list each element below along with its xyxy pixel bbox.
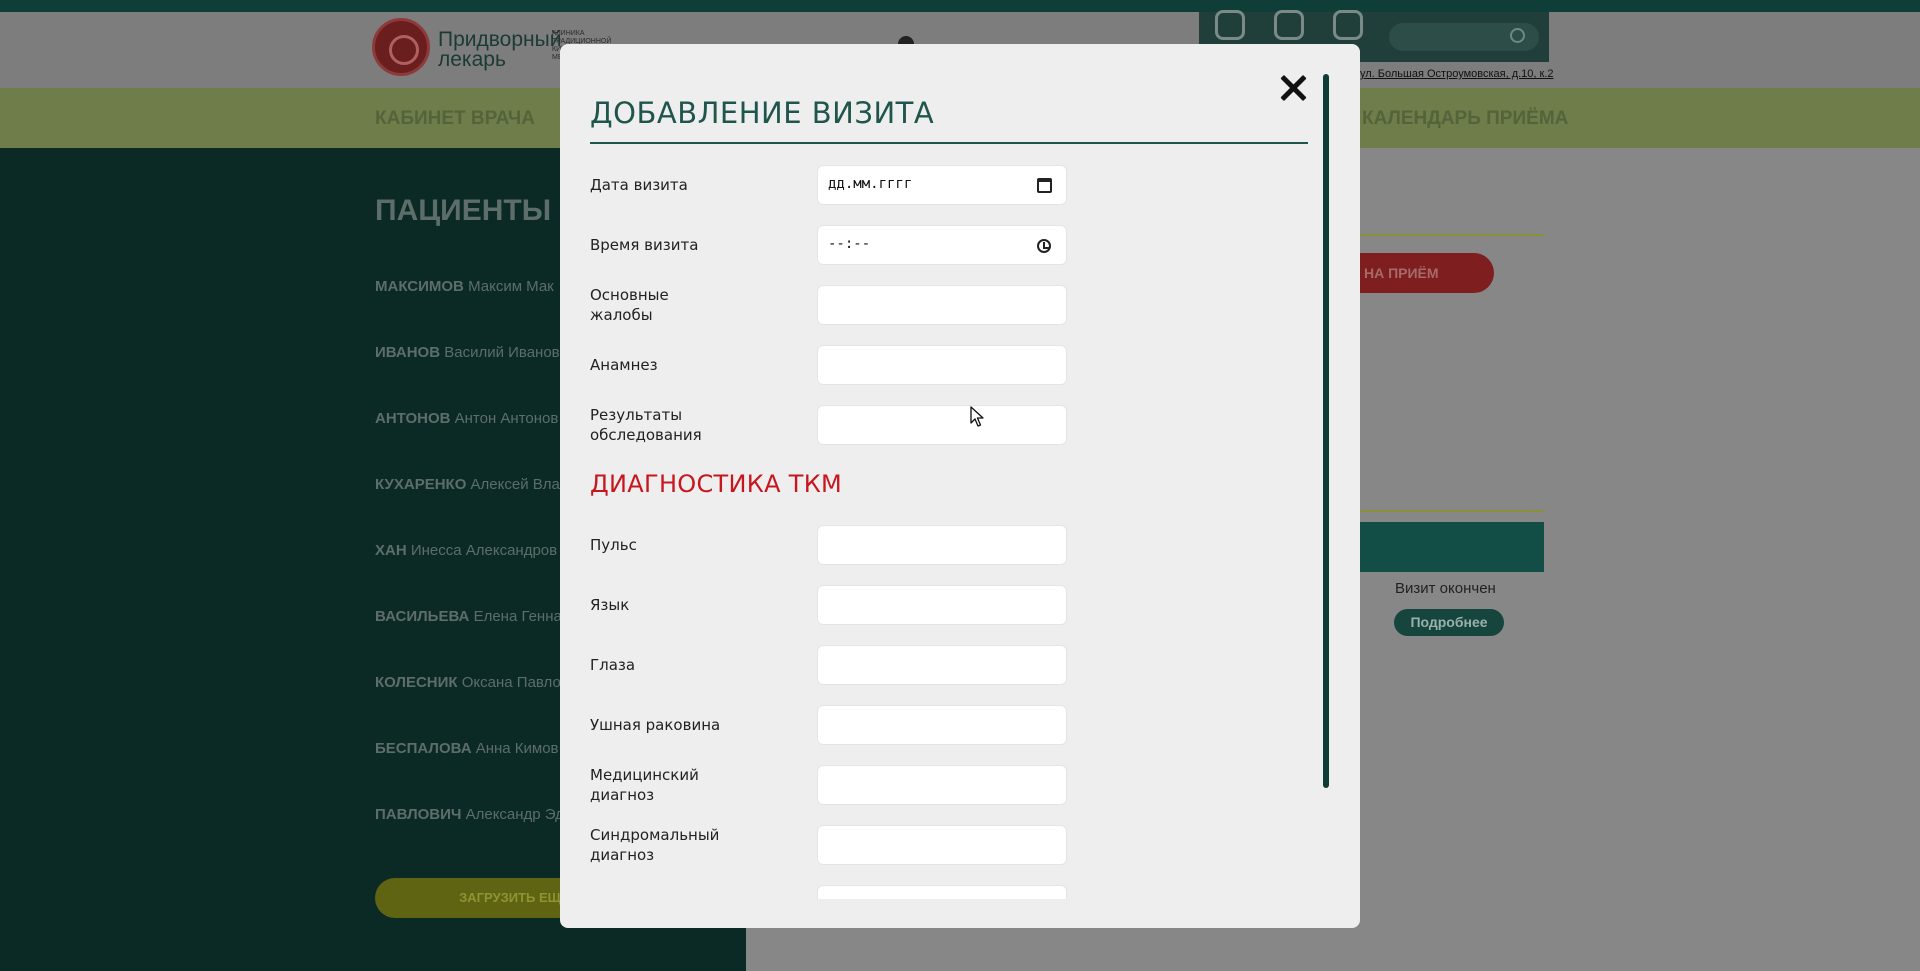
medical-diagnosis-input[interactable] — [817, 765, 1067, 805]
label-line: Медицинский — [590, 766, 699, 784]
calendar-icon[interactable] — [1037, 178, 1052, 193]
search-icon[interactable] — [1510, 28, 1525, 43]
patient-item[interactable]: АНТОНОВ Антон Антонов — [375, 410, 558, 427]
patient-first-name: Анна Кимов — [475, 740, 559, 757]
patient-first-name: Александр Эд — [465, 806, 564, 823]
close-icon[interactable] — [1280, 74, 1308, 102]
eyes-input[interactable] — [817, 645, 1067, 685]
top-strip — [0, 0, 1920, 12]
ear-input[interactable] — [817, 705, 1067, 745]
patient-last-name: АНТОНОВ — [375, 410, 451, 427]
patient-item[interactable]: ПАВЛОВИЧ Александр Эд — [375, 806, 564, 823]
logo-line2: лекарь — [438, 48, 506, 71]
ear-label: Ушная раковина — [590, 716, 721, 734]
tongue-label: Язык — [590, 596, 630, 614]
visit-date-input[interactable]: дд.мм.гггг — [817, 165, 1067, 205]
details-button[interactable]: Подробнее — [1394, 609, 1504, 636]
patient-first-name: Василий Иванов — [444, 344, 560, 361]
vk-icon[interactable] — [1274, 10, 1304, 40]
label-line: жалобы — [590, 306, 653, 324]
logo-line1: Придворный — [438, 28, 562, 51]
anamnesis-label: Анамнез — [590, 356, 658, 374]
visit-date-label: Дата визита — [590, 176, 688, 194]
medical-diagnosis-label: Медицинский диагноз — [590, 765, 699, 805]
nav-doctor-cabinet[interactable]: КАБИНЕТ ВРАЧА — [375, 108, 535, 130]
label-line: Результаты — [590, 406, 683, 424]
visits-table-header — [1358, 522, 1544, 572]
visit-time-label: Время визита — [590, 236, 699, 254]
next-field-clip — [817, 885, 1067, 899]
instagram-icon[interactable] — [1215, 10, 1245, 40]
patient-item[interactable]: ВАСИЛЬЕВА Елена Генна — [375, 608, 562, 625]
patient-first-name: Алексей Вла — [470, 476, 560, 493]
patient-item[interactable]: ИВАНОВ Василий Иванов — [375, 344, 560, 361]
modal-title: ДОБАВЛЕНИЕ ВИЗИТА — [590, 96, 935, 130]
patient-last-name: ИВАНОВ — [375, 344, 441, 361]
patient-last-name: ХАН — [375, 542, 407, 559]
syndrome-diagnosis-label: Синдромальный диагноз — [590, 825, 719, 865]
title-divider — [590, 142, 1308, 144]
patients-title: ПАЦИЕНТЫ — [375, 194, 552, 227]
patient-first-name: Елена Генна — [473, 608, 562, 625]
patient-last-name: КУХАРЕНКО — [375, 476, 467, 493]
tcm-section-title: ДИАГНОСТИКА ТКМ — [590, 470, 843, 498]
patient-last-name: ПАВЛОВИЧ — [375, 806, 462, 823]
tongue-input[interactable] — [817, 585, 1067, 625]
label-line: обследования — [590, 426, 702, 444]
clinic-logo-text[interactable]: Придворный лекарь — [438, 28, 562, 71]
patient-first-name: Максим Мак — [468, 278, 554, 295]
label-line: Основные — [590, 286, 669, 304]
patient-item[interactable]: КУХАРЕНКО Алексей Вла — [375, 476, 560, 493]
patient-last-name: БЕСПАЛОВА — [375, 740, 472, 757]
nav-calendar[interactable]: КАЛЕНДАРЬ ПРИЁМА — [1362, 108, 1568, 130]
anamnesis-input[interactable] — [817, 345, 1067, 385]
modal-scrollbar[interactable] — [1323, 74, 1329, 788]
mouse-cursor-icon — [970, 406, 984, 427]
clinic-logo-icon[interactable] — [372, 18, 430, 76]
visit-date-placeholder: дд.мм.гггг — [828, 176, 913, 192]
exam-results-input[interactable] — [817, 405, 1067, 445]
eyes-label: Глаза — [590, 656, 636, 674]
patient-first-name: Инесса Александров — [410, 542, 558, 559]
divider — [1358, 234, 1544, 236]
label-line: диагноз — [590, 846, 655, 864]
visit-time-placeholder: --:-- — [828, 236, 871, 252]
patient-item[interactable]: МАКСИМОВ Максим Мак — [375, 278, 554, 295]
patient-item[interactable]: ХАН Инесса Александров — [375, 542, 557, 559]
clock-icon[interactable] — [1037, 239, 1051, 253]
visit-status: Визит окончен — [1395, 580, 1496, 597]
patient-item[interactable]: БЕСПАЛОВА Анна Кимов — [375, 740, 559, 757]
complaints-input[interactable] — [817, 285, 1067, 325]
next-field-input[interactable] — [817, 885, 1067, 899]
pulse-label: Пульс — [590, 536, 637, 554]
label-line: Синдромальный — [590, 826, 720, 844]
pulse-input[interactable] — [817, 525, 1067, 565]
patient-last-name: ВАСИЛЬЕВА — [375, 608, 470, 625]
patient-last-name: КОЛЕСНИК — [375, 674, 458, 691]
patient-last-name: МАКСИМОВ — [375, 278, 464, 295]
complaints-label: Основные жалобы — [590, 285, 669, 325]
patient-first-name: Антон Антонов — [454, 410, 559, 427]
syndrome-diagnosis-input[interactable] — [817, 825, 1067, 865]
exam-results-label: Результаты обследования — [590, 405, 702, 445]
telegram-icon[interactable] — [1333, 10, 1363, 40]
divider — [1358, 510, 1544, 512]
patient-item[interactable]: КОЛЕСНИК Оксана Павло — [375, 674, 561, 691]
clinic-address[interactable]: ул. Большая Остроумовская, д.10, к.2 — [1360, 68, 1554, 80]
patient-first-name: Оксана Павло — [461, 674, 561, 691]
label-line: диагноз — [590, 786, 655, 804]
visit-time-input[interactable]: --:-- — [817, 225, 1067, 265]
